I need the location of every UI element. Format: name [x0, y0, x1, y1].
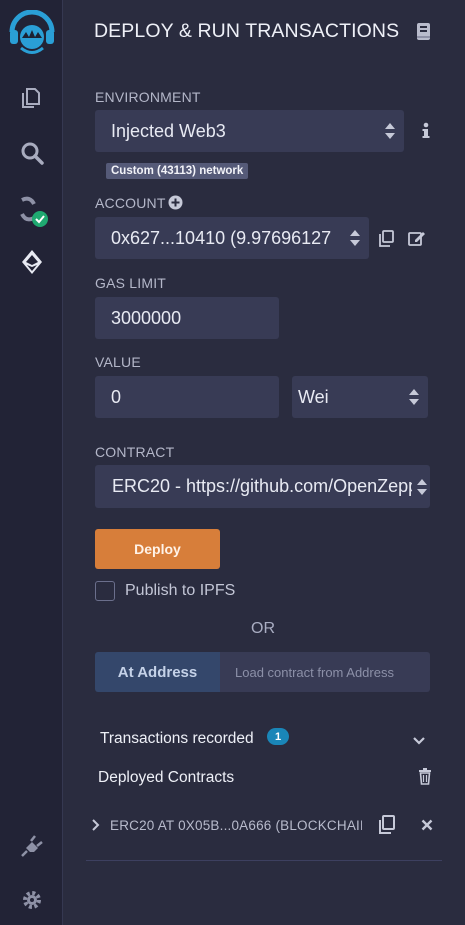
chevron-right-icon[interactable] — [91, 818, 101, 832]
publish-ipfs-label: Publish to IPFS — [125, 582, 236, 599]
plugin-manager-icon[interactable] — [0, 822, 63, 870]
compiler-icon[interactable] — [0, 186, 63, 234]
network-badge: Custom (43113) network — [106, 163, 249, 179]
transactions-count-badge: 1 — [267, 728, 289, 745]
value-unit: Wei — [298, 386, 329, 407]
file-explorer-icon[interactable] — [0, 74, 63, 122]
transactions-recorded-label[interactable]: Transactions recorded — [100, 730, 254, 748]
publish-ipfs-checkbox[interactable] — [95, 581, 115, 601]
load-address-input[interactable]: Load contract from Address — [220, 652, 430, 692]
gas-limit-value: 3000000 — [111, 307, 182, 328]
environment-label: ENVIRONMENT — [95, 89, 201, 105]
deploy-run-icon[interactable] — [0, 238, 63, 286]
copy-account-icon[interactable] — [379, 230, 394, 247]
select-arrows-icon — [409, 389, 419, 405]
value-label: VALUE — [95, 354, 141, 370]
icon-sidebar — [0, 0, 63, 925]
select-arrows-icon — [385, 123, 395, 139]
trash-icon[interactable] — [418, 768, 432, 785]
deploy-button[interactable]: Deploy — [95, 529, 220, 569]
contract-label: CONTRACT — [95, 444, 175, 460]
sign-message-icon[interactable] — [408, 230, 426, 247]
chevron-down-icon[interactable] — [412, 733, 426, 745]
value-amount: 0 — [111, 386, 122, 407]
deployed-contracts-label: Deployed Contracts — [98, 769, 235, 786]
or-separator: OR — [251, 620, 275, 637]
account-select[interactable]: 0x627...10410 (9.97696127 — [95, 217, 369, 259]
contract-value: ERC20 - https://github.com/OpenZeppelin — [112, 476, 412, 496]
close-icon[interactable] — [421, 818, 433, 831]
settings-icon[interactable] — [0, 876, 63, 924]
gas-limit-label: GAS LIMIT — [95, 275, 167, 291]
search-icon[interactable] — [0, 129, 63, 177]
environment-value: Injected Web3 — [111, 120, 226, 141]
select-arrows-icon — [350, 230, 360, 246]
documentation-icon[interactable] — [415, 22, 433, 42]
value-input[interactable]: 0 — [95, 376, 279, 418]
value-unit-select[interactable]: Wei — [292, 376, 428, 418]
account-value: 0x627...10410 (9.97696127 — [111, 227, 332, 248]
add-account-icon[interactable] — [168, 195, 183, 210]
gas-limit-input[interactable]: 3000000 — [95, 297, 279, 339]
copy-address-icon[interactable] — [378, 815, 396, 834]
panel-title: DEPLOY & RUN TRANSACTIONS — [94, 20, 400, 42]
select-arrows-icon — [417, 478, 427, 495]
instance-divider — [86, 860, 442, 861]
deploy-run-panel: DEPLOY & RUN TRANSACTIONS ENVIRONMENT In… — [64, 0, 465, 925]
remix-logo-icon[interactable] — [0, 8, 63, 60]
environment-select[interactable]: Injected Web3 — [95, 110, 404, 152]
contract-select[interactable]: ERC20 - https://github.com/OpenZeppelin — [95, 465, 430, 508]
account-label: ACCOUNT — [95, 195, 166, 211]
deployed-instance-title[interactable]: ERC20 AT 0X05B...0A666 (BLOCKCHAIN) — [110, 818, 362, 833]
info-icon[interactable] — [420, 121, 432, 141]
load-address-placeholder: Load contract from Address — [235, 664, 394, 680]
at-address-button[interactable]: At Address — [95, 652, 220, 692]
